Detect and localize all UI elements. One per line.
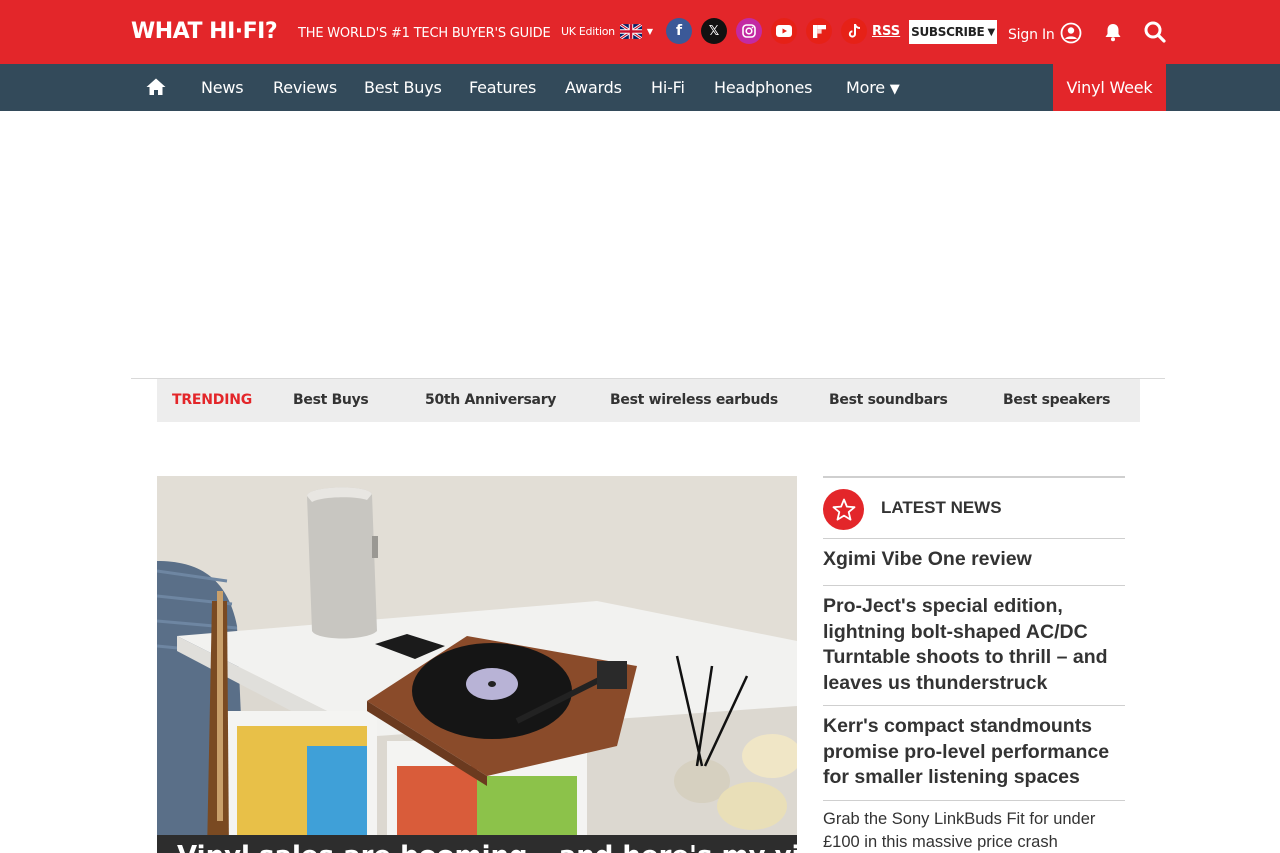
chevron-down-icon: ▼ [987,26,995,38]
trending-link[interactable]: Best speakers [1003,379,1110,421]
flipboard-icon[interactable] [806,18,832,44]
trending-bar: TRENDING Best Buys 50th Anniversary Best… [157,379,1140,422]
nav-item-awards[interactable]: Awards [565,64,622,111]
subscribe-button[interactable]: SUBSCRIBE ▼ [909,20,997,44]
news-link[interactable]: Pro-Ject's special edition, lightning bo… [823,586,1125,706]
subscribe-label: SUBSCRIBE [911,25,985,39]
rss-link[interactable]: RSS [872,24,900,39]
trending-link[interactable]: Best soundbars [829,379,948,421]
edition-selector[interactable]: UK Edition ▼ [561,24,653,39]
edition-label: UK Edition [561,25,615,38]
hero-image [157,476,797,853]
nav-item-reviews[interactable]: Reviews [273,64,337,111]
main-nav: News Reviews Best Buys Features Awards H… [0,64,1280,111]
trending-label: TRENDING [172,392,253,408]
trending-link[interactable]: Best wireless earbuds [610,379,778,421]
nav-item-headphones[interactable]: Headphones [714,64,812,111]
star-icon [823,489,864,530]
hero-article[interactable]: Vinyl sales are booming – and here's my … [157,476,797,853]
latest-news-title: LATEST NEWS [881,498,1002,517]
home-icon[interactable] [145,76,167,98]
x-twitter-icon[interactable]: 𝕏 [701,18,727,44]
trending-link[interactable]: 50th Anniversary [425,379,556,421]
nav-item-hi-fi[interactable]: Hi-Fi [651,64,685,111]
advertisement-slot [0,111,1280,378]
youtube-icon[interactable] [771,18,797,44]
nav-more-label: More [846,78,885,97]
social-links: f 𝕏 [666,18,867,44]
site-tagline: THE WORLD'S #1 TECH BUYER'S GUIDE [298,26,551,41]
facebook-icon[interactable]: f [666,18,692,44]
tiktok-icon[interactable] [841,18,867,44]
top-header: WHAT HI·FI? THE WORLD'S #1 TECH BUYER'S … [0,0,1280,64]
sign-in-label: Sign In [1008,27,1055,43]
search-icon[interactable] [1143,20,1167,44]
nav-item-features[interactable]: Features [469,64,536,111]
nav-item-vinyl-week[interactable]: Vinyl Week [1053,64,1166,111]
hero-headline[interactable]: Vinyl sales are booming – and here's my … [157,835,797,853]
news-link[interactable]: Grab the Sony LinkBuds Fit for under £10… [823,801,1125,853]
instagram-icon[interactable] [736,18,762,44]
news-link[interactable]: Xgimi Vibe One review [823,539,1125,586]
sign-in-button[interactable]: Sign In [1008,22,1082,48]
user-icon [1060,22,1082,48]
chevron-down-icon: ▼ [646,27,653,36]
nav-item-best-buys[interactable]: Best Buys [364,64,442,111]
site-logo[interactable]: WHAT HI·FI? [131,19,278,45]
nav-item-more[interactable]: More ▼ [846,64,900,111]
notifications-bell-icon[interactable] [1102,21,1124,43]
news-link[interactable]: Kerr's compact standmounts promise pro-l… [823,706,1125,801]
trending-link[interactable]: Best Buys [293,379,369,421]
latest-news-header: LATEST NEWS [823,478,1125,539]
uk-flag-icon [619,24,642,39]
chevron-down-icon: ▼ [889,82,900,97]
nav-item-news[interactable]: News [201,64,244,111]
